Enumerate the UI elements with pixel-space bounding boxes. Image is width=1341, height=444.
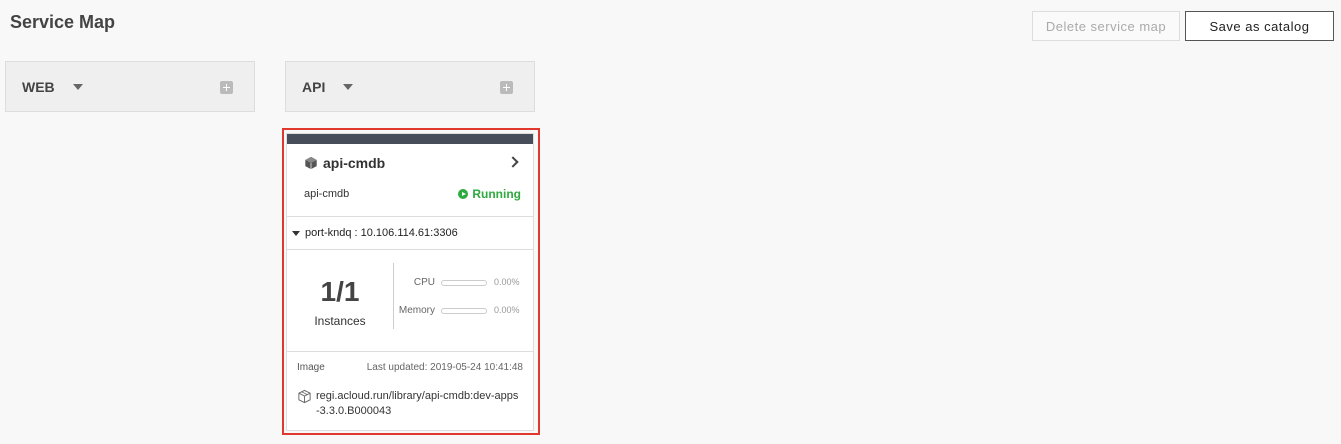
last-updated: Last updated: 2019-05-24 10:41:48 [366,362,523,373]
image-section: Image Last updated: 2019-05-24 10:41:48 … [287,352,533,430]
box-icon [298,389,311,404]
column-header-web: WEB [5,61,255,112]
port-label: port-kndq : 10.106.114.61:3306 [305,227,458,239]
memory-value: 0.00% [494,305,520,315]
cube-icon [305,156,317,170]
column-label: WEB [22,78,55,95]
cpu-value: 0.00% [494,277,520,287]
column-header-api: API [285,61,535,112]
instances-label: Instances [314,314,366,328]
card-header[interactable]: api-cmdb [287,144,533,182]
image-path-line: regi.acloud.run/library/api-cmdb:dev-app… [316,390,519,402]
image-path-line: -3.3.0.B000043 [316,405,392,417]
caret-down-icon[interactable] [343,83,354,90]
status-label: Running [472,187,521,201]
status-row: api-cmdb Running [287,182,533,206]
port-row[interactable]: port-kndq : 10.106.114.61:3306 [287,217,533,249]
image-path: regi.acloud.run/library/api-cmdb:dev-app… [297,389,523,419]
delete-service-map-button[interactable]: Delete service map [1032,11,1180,41]
column-label: API [302,78,326,95]
service-name: api-cmdb [304,188,350,200]
memory-bar [441,308,487,314]
add-icon[interactable] [220,81,233,94]
memory-label: Memory [398,305,435,316]
card-topbar [287,134,533,144]
cpu-bar [441,280,487,286]
divider [393,263,394,329]
caret-down-icon[interactable] [292,230,300,236]
cpu-label: CPU [413,277,435,288]
status-badge: Running [458,187,521,201]
save-as-catalog-button[interactable]: Save as catalog [1185,11,1334,41]
card-title: api-cmdb [323,155,386,171]
metrics-section: 1/1 Instances CPU 0.00% Memory 0.00% [287,250,533,351]
page-title: Service Map [10,12,116,32]
add-icon[interactable] [500,81,513,94]
chevron-right-icon[interactable] [507,156,519,168]
service-card[interactable]: api-cmdb api-cmdb Running port-kndq : 10… [286,133,534,431]
caret-down-icon[interactable] [72,83,83,90]
instances-count: 1/1 [320,276,360,307]
play-icon [458,189,469,199]
